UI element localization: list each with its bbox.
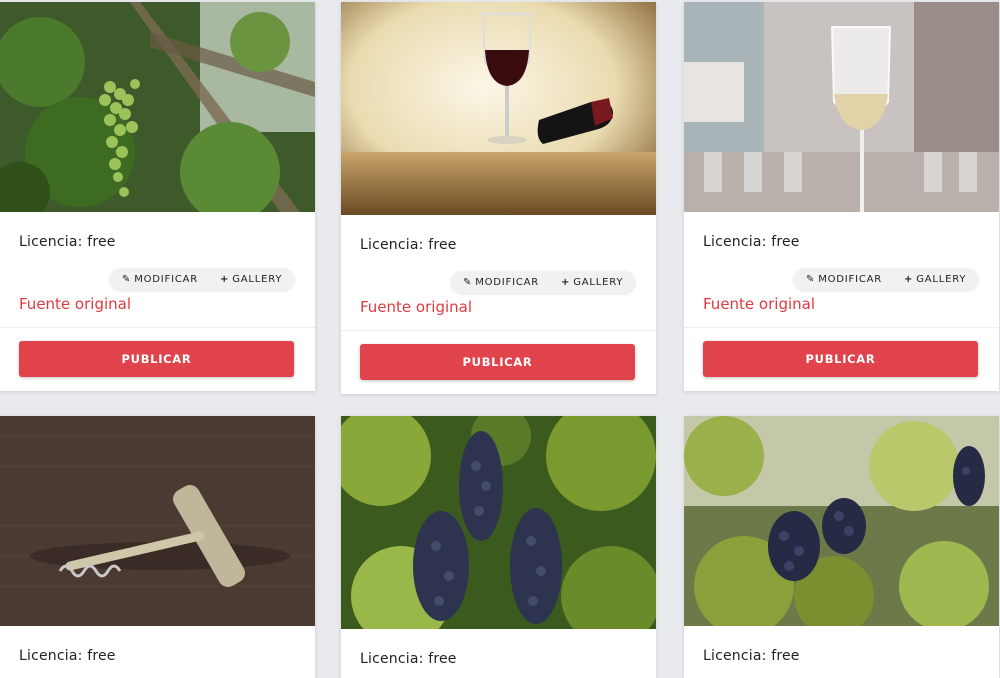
image-card-2: Licencia: free ✎ MODIFICAR + GALLERY Fue… [341, 2, 656, 394]
publish-button[interactable]: PUBLICAR [360, 344, 635, 380]
license-label: Licencia: free [19, 648, 116, 664]
card-image-vineyard[interactable] [684, 416, 999, 626]
card-image-white-wine[interactable] [684, 2, 999, 212]
plus-icon: + [220, 273, 230, 285]
source-link[interactable]: Fuente original [703, 295, 815, 313]
image-card-6: Licencia: free [684, 416, 999, 678]
gallery-button[interactable]: + GALLERY [220, 274, 282, 285]
card-image-grapevine[interactable] [0, 2, 315, 212]
plus-icon: + [561, 276, 571, 288]
modify-button[interactable]: ✎ MODIFICAR [122, 274, 198, 285]
publish-button[interactable]: PUBLICAR [19, 341, 294, 377]
source-link[interactable]: Fuente original [19, 295, 131, 313]
gallery-button[interactable]: + GALLERY [904, 274, 966, 285]
divider [0, 327, 315, 328]
source-link[interactable]: Fuente original [360, 298, 472, 316]
plus-icon: + [904, 273, 914, 285]
image-card-5: Licencia: free [341, 416, 656, 678]
gallery-label: GALLERY [916, 273, 967, 285]
image-card-4: Licencia: free [0, 416, 315, 678]
card-image-red-grapes[interactable] [341, 416, 656, 629]
action-pill: ✎ MODIFICAR + GALLERY [451, 271, 636, 293]
gallery-label: GALLERY [573, 276, 624, 288]
modify-label: MODIFICAR [475, 276, 540, 288]
publish-button[interactable]: PUBLICAR [703, 341, 978, 377]
modify-label: MODIFICAR [818, 273, 883, 285]
modify-label: MODIFICAR [134, 273, 199, 285]
action-pill: ✎ MODIFICAR + GALLERY [794, 268, 979, 290]
license-label: Licencia: free [360, 651, 457, 667]
license-label: Licencia: free [360, 237, 457, 253]
card-image-corkscrew[interactable] [0, 416, 315, 626]
divider [341, 330, 656, 331]
pencil-icon: ✎ [463, 276, 473, 288]
action-pill: ✎ MODIFICAR + GALLERY [110, 268, 295, 290]
modify-button[interactable]: ✎ MODIFICAR [463, 277, 539, 288]
gallery-label: GALLERY [232, 273, 283, 285]
pencil-icon: ✎ [806, 273, 816, 285]
image-card-1: Licencia: free ✎ MODIFICAR + GALLERY Fue… [0, 2, 315, 391]
divider [684, 327, 999, 328]
card-image-red-wine[interactable] [341, 2, 656, 215]
modify-button[interactable]: ✎ MODIFICAR [806, 274, 882, 285]
license-label: Licencia: free [19, 234, 116, 250]
image-card-3: Licencia: free ✎ MODIFICAR + GALLERY Fue… [684, 2, 999, 391]
license-label: Licencia: free [703, 234, 800, 250]
pencil-icon: ✎ [122, 273, 132, 285]
license-label: Licencia: free [703, 648, 800, 664]
gallery-button[interactable]: + GALLERY [561, 277, 623, 288]
